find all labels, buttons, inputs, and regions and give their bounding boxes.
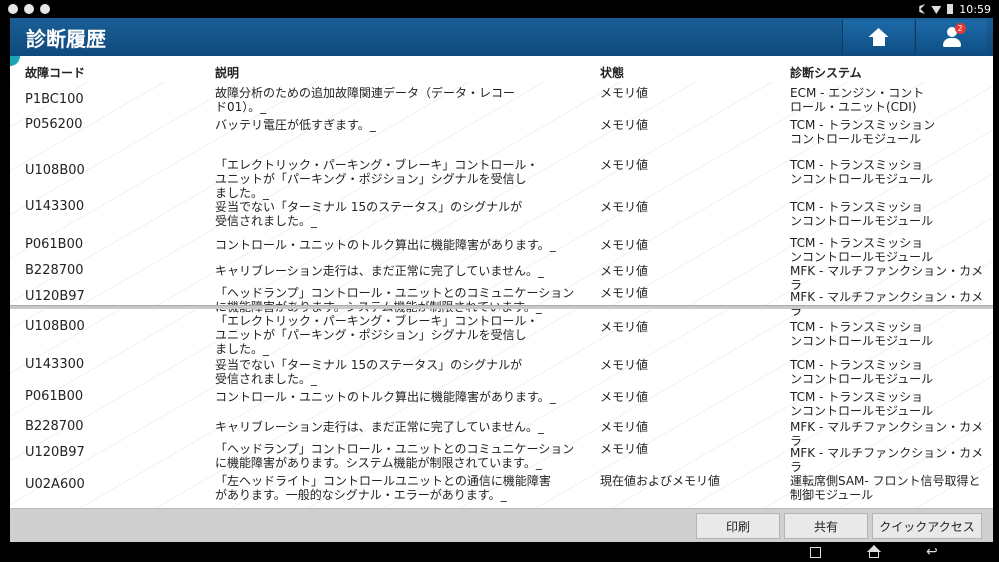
home-button[interactable] [842, 20, 914, 54]
fault-code: B228700 [25, 263, 84, 278]
fault-code: P1BC100 [25, 92, 84, 107]
diagnostic-system: TCM - トランスミッション コントロールモジュール [790, 118, 936, 146]
fault-description: 故障分析のための追加故障関連データ（データ・レコー ド01）。_ [215, 86, 516, 114]
table-header: 故障コード 説明 状態 診断システム [10, 62, 993, 82]
diagnostic-system: MFK - マルチファンクション・カメラ [790, 264, 984, 292]
fault-state: メモリ値 [600, 200, 649, 214]
column-header-code: 故障コード [25, 66, 86, 80]
clock: 10:59 [959, 2, 991, 16]
fault-description: 「エレクトリック・パーキング・ブレーキ」コントロール・ ユニットが「パーキング・… [215, 314, 539, 356]
system-icons: 10:59 [919, 3, 991, 16]
fault-state: メモリ値 [600, 320, 649, 334]
column-header-system: 診断システム [790, 66, 862, 80]
notification-icon [24, 4, 34, 14]
home-icon [869, 28, 889, 46]
fault-state: メモリ値 [600, 158, 649, 172]
footer-toolbar: 印刷 共有 クイックアクセス [10, 508, 993, 542]
fault-state: メモリ値 [600, 286, 649, 300]
fault-description: バッテリ電圧が低すぎます。_ [215, 118, 376, 132]
battery-icon [947, 4, 954, 14]
diagnostic-system: TCM - トランスミッショ ンコントロールモジュール [790, 390, 934, 418]
pane-divider[interactable] [10, 305, 993, 309]
wifi-icon [931, 6, 942, 14]
fault-state: メモリ値 [600, 238, 649, 252]
fault-state: 現在値およびメモリ値 [600, 474, 721, 488]
diagnostic-system: TCM - トランスミッショ ンコントロールモジュール [790, 236, 934, 264]
diagnostic-history-app: 診断履歴 2 故障コード 説明 状態 診断システム P1BC100 故障分析のた… [10, 18, 993, 542]
column-header-description: 説明 [215, 66, 240, 80]
diagnostic-system: 運転席側SAM- フロント信号取得と 制御モジュール [790, 474, 981, 502]
diagnostic-system: MFK - マルチファンクション・カメラ [790, 446, 984, 474]
print-button[interactable]: 印刷 [696, 513, 780, 539]
page-title: 診断履歴 [26, 27, 106, 51]
fault-code: U143300 [25, 357, 85, 372]
fault-description: 「エレクトリック・パーキング・ブレーキ」コントロール・ ユニットが「パーキング・… [215, 158, 539, 200]
user-button[interactable]: 2 [915, 20, 987, 54]
diagnostic-system: ECM - エンジン・コント ロール・ユニット(CDI) [790, 86, 925, 114]
column-header-state: 状態 [600, 66, 625, 80]
fault-description: キャリブレーション走行は、まだ正常に完了していません。_ [215, 420, 545, 434]
diagnostic-system: TCM - トランスミッショ ンコントロールモジュール [790, 320, 934, 348]
notification-badge: 2 [954, 23, 966, 34]
notification-icon [8, 4, 18, 14]
recent-apps-icon[interactable] [810, 547, 821, 558]
status-bar: 10:59 [0, 0, 999, 18]
fault-code: U108B00 [25, 319, 85, 334]
android-nav-bar: ↩ [0, 542, 999, 562]
fault-code: U120B97 [25, 445, 85, 460]
fault-description: 「左ヘッドライト」コントロールユニットとの通信に機能障害 があります。一般的なシ… [215, 474, 551, 502]
fault-state: メモリ値 [600, 390, 649, 404]
fault-code: U108B00 [25, 163, 85, 178]
diagnostic-system: TCM - トランスミッショ ンコントロールモジュール [790, 358, 934, 386]
quick-access-button[interactable]: クイックアクセス [872, 513, 982, 539]
fault-state: メモリ値 [600, 264, 649, 278]
diagnostic-system: TCM - トランスミッショ ンコントロールモジュール [790, 158, 934, 186]
bluetooth-icon [919, 4, 926, 14]
fault-state: メモリ値 [600, 118, 649, 132]
fault-code: U02A600 [25, 477, 85, 492]
fault-description: 「ヘッドランプ」コントロール・ユニットとのコミュニケーション に機能障害がありま… [215, 442, 575, 470]
fault-description: コントロール・ユニットのトルク算出に機能障害があります。_ [215, 390, 556, 404]
fault-state: メモリ値 [600, 86, 649, 100]
diagnostic-system: TCM - トランスミッショ ンコントロールモジュール [790, 200, 934, 228]
fault-description: キャリブレーション走行は、まだ正常に完了していません。_ [215, 264, 545, 278]
fault-code: P061B00 [25, 237, 84, 252]
fault-code: U143300 [25, 199, 85, 214]
notification-icons [8, 4, 50, 14]
fault-state: メモリ値 [600, 442, 649, 456]
fault-state: メモリ値 [600, 420, 649, 434]
fault-code: B228700 [25, 419, 84, 434]
fault-description: 妥当でない「ターミナル 15のステータス」のシグナルが 受信されました。_ [215, 200, 523, 228]
share-button[interactable]: 共有 [784, 513, 868, 539]
fault-description: コントロール・ユニットのトルク算出に機能障害があります。_ [215, 238, 556, 252]
back-icon[interactable]: ↩ [926, 545, 940, 559]
fault-state: メモリ値 [600, 358, 649, 372]
fault-list-panel-1[interactable]: P1BC100 故障分析のための追加故障関連データ（データ・レコー ド01）。_… [10, 82, 993, 318]
fault-description: 妥当でない「ターミナル 15のステータス」のシグナルが 受信されました。_ [215, 358, 523, 386]
user-icon: 2 [941, 23, 966, 48]
fault-list-panel-2[interactable]: U108B00 「エレクトリック・パーキング・ブレーキ」コントロール・ ユニット… [10, 310, 993, 508]
notification-icon [40, 4, 50, 14]
home-nav-icon[interactable] [866, 545, 880, 559]
diagnostic-system: MFK - マルチファンクション・カメラ [790, 420, 984, 448]
fault-code: P061B00 [25, 389, 84, 404]
fault-code: P056200 [25, 117, 83, 132]
header-bar: 診断履歴 2 [10, 18, 993, 56]
fault-code: U120B97 [25, 289, 85, 304]
